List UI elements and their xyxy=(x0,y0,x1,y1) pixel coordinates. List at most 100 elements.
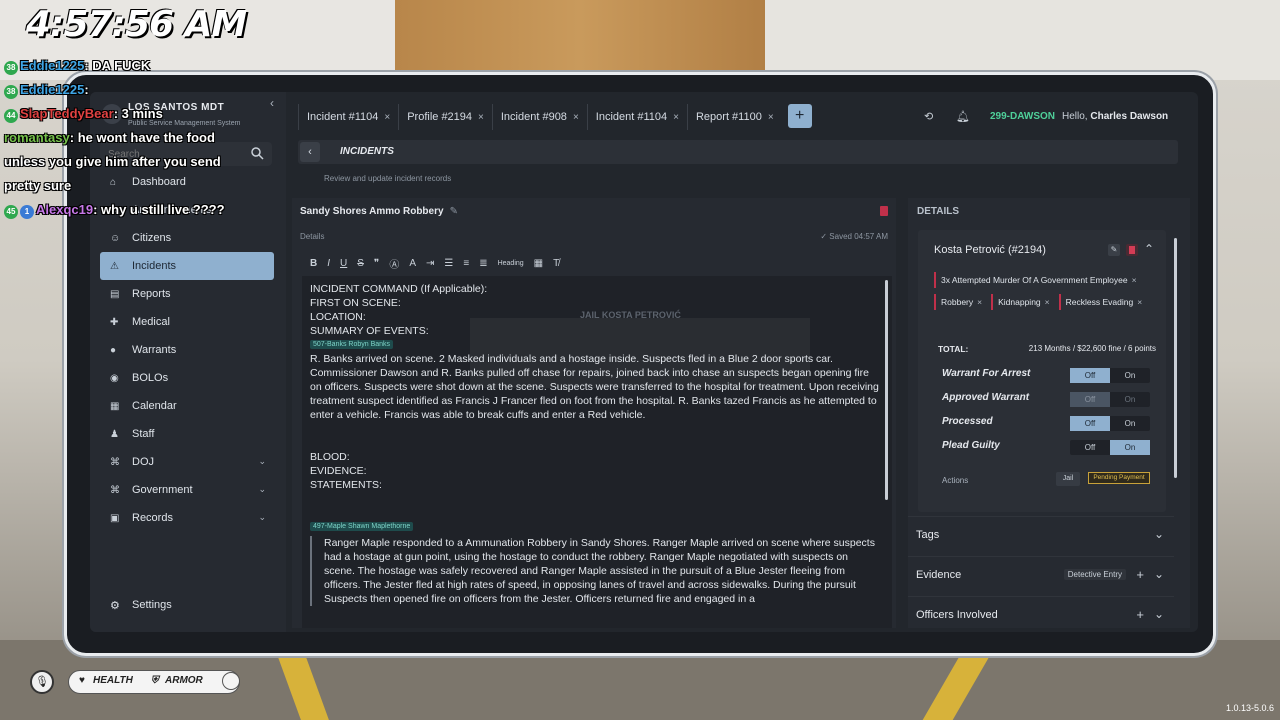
chevron-down-icon[interactable]: ⌄ xyxy=(1154,607,1164,621)
chevron-down-icon[interactable]: ⌄ xyxy=(1154,527,1164,541)
sidebar-item-bolos[interactable]: ◉ BOLOs xyxy=(100,364,274,392)
toggle-switch: Off On xyxy=(1070,392,1150,407)
toggle-on[interactable]: On xyxy=(1110,368,1150,383)
close-icon[interactable]: × xyxy=(384,112,390,123)
chevron-up-icon[interactable]: ⌃ xyxy=(1144,242,1154,256)
underline-icon[interactable]: U xyxy=(340,258,347,269)
text-color-icon[interactable]: A xyxy=(409,258,416,269)
sidebar-item-staff[interactable]: ♟ Staff xyxy=(100,420,274,448)
sidebar-item-records[interactable]: ▣ Records ⌄ xyxy=(100,504,274,532)
close-icon[interactable]: × xyxy=(1045,297,1050,307)
indent-icon[interactable]: ⇥ xyxy=(426,258,434,269)
collapse-sidebar-icon[interactable]: ‹ xyxy=(270,96,282,110)
jail-button[interactable]: Jail xyxy=(1056,472,1080,486)
pencil-icon[interactable]: ✎ xyxy=(1108,244,1120,256)
trash-icon[interactable] xyxy=(1126,244,1138,256)
strikethrough-icon[interactable]: S xyxy=(357,258,364,269)
section-tags[interactable]: Tags ⌄ xyxy=(908,516,1174,550)
chat-text: : DA FUCK xyxy=(84,58,151,73)
sidebar-item-settings[interactable]: ⚙ Settings xyxy=(100,592,274,618)
callsign: 299-DAWSON xyxy=(990,111,1056,122)
close-icon[interactable]: × xyxy=(478,112,484,123)
sidebar-item-warrants[interactable]: ● Warrants xyxy=(100,336,274,364)
back-button[interactable]: ‹ xyxy=(300,142,320,162)
history-icon[interactable]: ⟲ xyxy=(924,110,938,124)
toggle-on[interactable]: On xyxy=(1110,416,1150,431)
sidebar-item-calendar[interactable]: ▦ Calendar xyxy=(100,392,274,420)
sidebar-item-label: Reports xyxy=(132,288,171,300)
section-evidence[interactable]: Evidence Detective Entry + ⌄ xyxy=(908,556,1174,590)
add-tab-button[interactable]: + xyxy=(787,104,812,128)
sidebar-item-doj[interactable]: ⌘ DOJ ⌄ xyxy=(100,448,274,476)
tab-item[interactable]: Incident #1104 × xyxy=(298,104,398,130)
sidebar-item-label: Staff xyxy=(132,428,155,440)
officer-mention[interactable]: 497-Maple Shawn Maplethorne xyxy=(310,522,414,531)
toggle-on[interactable]: On xyxy=(1110,440,1150,455)
officer-mention[interactable]: 507-Banks Robyn Banks xyxy=(310,340,394,349)
incident-title-text: Sandy Shores Ammo Robbery xyxy=(300,206,444,217)
toggle-off[interactable]: Off xyxy=(1070,440,1110,455)
search-icon[interactable] xyxy=(250,146,264,160)
clear-format-icon[interactable]: T̸ xyxy=(553,258,559,269)
table-icon[interactable]: ▦ xyxy=(534,258,543,269)
close-icon[interactable]: × xyxy=(573,112,579,123)
sidebar-item-government[interactable]: ⌘ Government ⌄ xyxy=(100,476,274,504)
tab-item[interactable]: Profile #2194 × xyxy=(398,104,492,130)
toggle-row: Plead Guilty Off On xyxy=(942,440,1152,456)
close-icon[interactable]: × xyxy=(768,112,774,123)
tab-item[interactable]: Incident #1104 × xyxy=(586,104,687,130)
chat-badge: 38 xyxy=(4,85,18,99)
trash-icon[interactable] xyxy=(880,206,888,216)
heading-select[interactable]: Heading xyxy=(498,260,524,267)
sidebar-item-label: Warrants xyxy=(132,344,177,356)
bell-icon[interactable]: 🔔︎ xyxy=(956,110,970,124)
tab-item[interactable]: Report #1100 × xyxy=(686,104,782,130)
sidebar-item-citizens[interactable]: ☺ Citizens xyxy=(100,224,274,252)
toggle-label: Warrant For Arrest xyxy=(942,368,1031,379)
italic-icon[interactable]: I xyxy=(327,258,330,269)
toggle-switch: Off On xyxy=(1070,440,1150,455)
section-badge[interactable]: Detective Entry xyxy=(1063,569,1126,580)
close-icon[interactable]: × xyxy=(673,112,679,123)
bold-icon[interactable]: B xyxy=(310,258,317,269)
section-officers-involved[interactable]: Officers Involved + ⌄ xyxy=(908,596,1174,628)
toggle-off[interactable]: Off xyxy=(1070,368,1110,383)
sidebar-item-label: DOJ xyxy=(132,456,154,468)
toggle-off[interactable]: Off xyxy=(1070,392,1110,407)
tab-item[interactable]: Incident #908 × xyxy=(491,104,587,130)
toggle-switch: Off On xyxy=(1070,416,1150,431)
medical-icon: ✚ xyxy=(110,316,119,328)
sidebar-item-reports[interactable]: ▤ Reports xyxy=(100,280,274,308)
numbered-list-icon[interactable]: ≡ xyxy=(463,258,469,269)
bullet-list-icon[interactable]: ☰ xyxy=(444,258,453,269)
incident-title[interactable]: Sandy Shores Ammo Robbery ✎ xyxy=(300,206,458,217)
scrollbar[interactable] xyxy=(885,280,888,500)
sidebar-item-medical[interactable]: ✚ Medical xyxy=(100,308,274,336)
chat-badge: 44 xyxy=(4,109,18,123)
pending-payment-button[interactable]: Pending Payment xyxy=(1088,472,1150,484)
scrollbar[interactable] xyxy=(1174,238,1177,478)
pencil-icon[interactable]: ✎ xyxy=(450,206,458,217)
plus-icon[interactable]: + xyxy=(1136,567,1144,582)
align-icon[interactable]: ≣ xyxy=(479,258,487,269)
details-label: Details xyxy=(300,232,325,241)
toggle-off[interactable]: Off xyxy=(1070,416,1110,431)
tab-label: Report #1100 xyxy=(695,111,762,123)
incident-editor: Sandy Shores Ammo Robbery ✎ Details ✓ Sav… xyxy=(292,198,896,628)
header-right: ⟲ 🔔︎ 299-DAWSON Hello, Charles Dawson xyxy=(916,104,1186,130)
charges-list: 3x Attempted Murder Of A Government Empl… xyxy=(934,270,1158,314)
toggle-switch: Off On xyxy=(1070,368,1150,383)
chevron-down-icon[interactable]: ⌄ xyxy=(1154,567,1164,581)
page-title: INCIDENTS xyxy=(340,146,394,157)
quote-icon[interactable]: ❞ xyxy=(374,258,379,269)
highlight-icon[interactable]: Ⓐ xyxy=(389,256,399,271)
sidebar-item-incidents[interactable]: ⚠ Incidents xyxy=(100,252,274,280)
toggle-on[interactable]: On xyxy=(1110,392,1150,407)
close-icon[interactable]: × xyxy=(977,297,982,307)
plus-icon[interactable]: + xyxy=(1136,607,1144,622)
close-icon[interactable]: × xyxy=(1132,275,1137,285)
chat-text: : 3 mins xyxy=(113,106,163,121)
page-subtitle: Review and update incident records xyxy=(324,174,452,183)
close-icon[interactable]: × xyxy=(1137,297,1142,307)
chat-message: 38 Eddie1225: DA FUCK xyxy=(4,54,234,78)
